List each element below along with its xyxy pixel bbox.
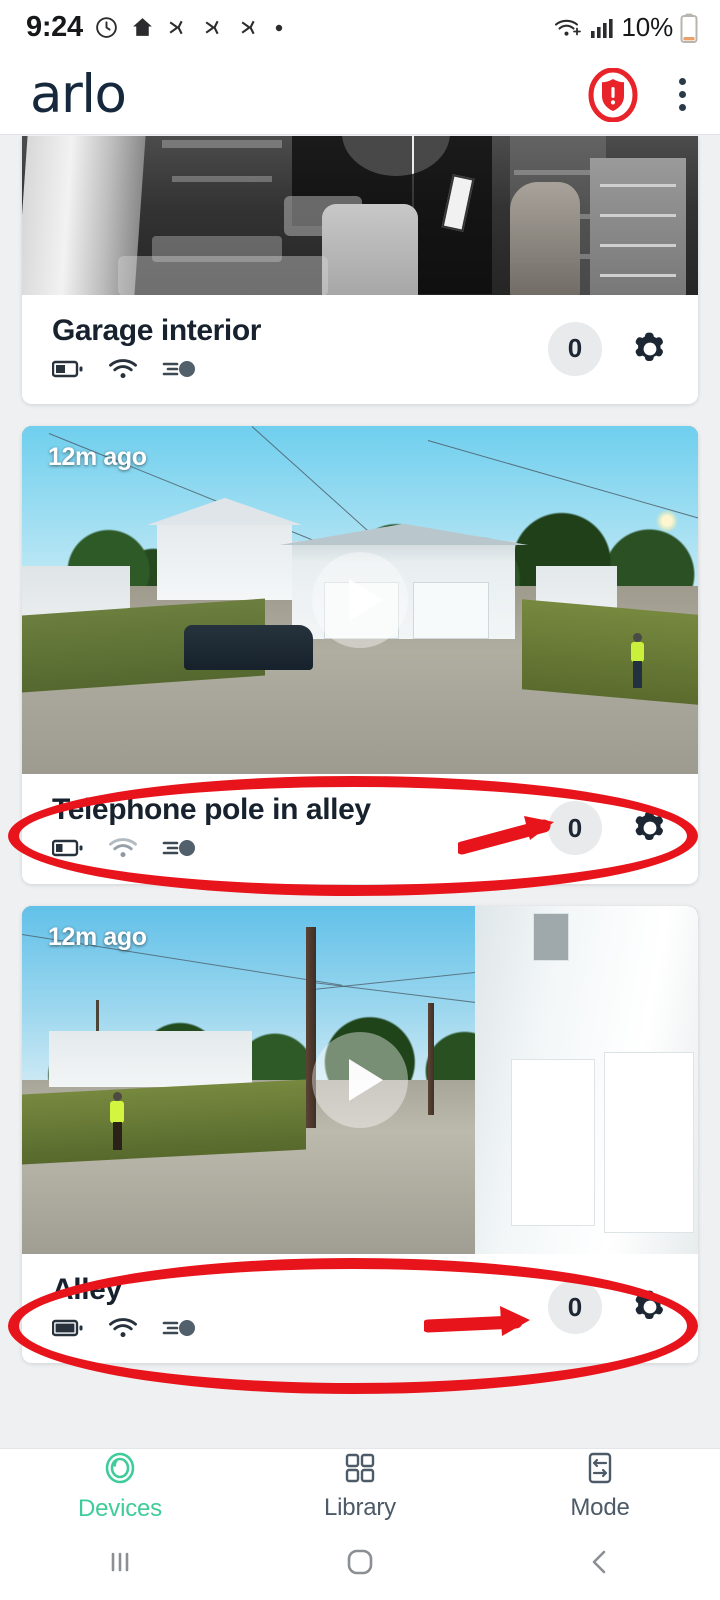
nav-tab-library[interactable]: Library <box>240 1452 480 1522</box>
event-count-badge[interactable]: 0 <box>548 1280 602 1335</box>
camera-thumbnail[interactable] <box>22 136 698 295</box>
device-card[interactable]: 12m ago Alley 0 <box>22 905 698 1364</box>
nav-tab-mode-label: Mode <box>570 1493 630 1521</box>
alarm-icon <box>94 15 119 40</box>
camera-thumbnail[interactable]: 12m ago <box>22 905 698 1254</box>
app-root: 9:24 10% arlo Garage interior 0 12m ago … <box>0 0 720 1600</box>
device-info-left: Garage interior <box>51 313 548 385</box>
overflow-menu-icon[interactable] <box>668 74 696 115</box>
mute-vibrate-icon <box>166 15 191 40</box>
bottom-navigation-bar: Devices Library Mode <box>0 1448 720 1524</box>
thumbnail-image-garage <box>22 136 698 295</box>
device-status-icons <box>51 837 548 864</box>
wifi-icon <box>108 358 138 385</box>
camera-lens-icon <box>103 1451 137 1490</box>
device-info-left: Alley <box>51 1272 548 1344</box>
nav-tab-devices[interactable]: Devices <box>0 1451 240 1523</box>
arlo-logo: arlo <box>30 64 127 125</box>
motion-detection-icon <box>162 837 196 864</box>
gear-icon[interactable] <box>628 1285 672 1329</box>
device-info-row: Telephone pole in alley 0 <box>22 774 698 884</box>
android-status-bar: 9:24 10% <box>0 0 720 55</box>
device-actions: 0 <box>548 1280 672 1335</box>
wifi-icon <box>108 837 138 864</box>
camera-name: Alley <box>52 1272 122 1306</box>
play-button[interactable] <box>312 1031 408 1128</box>
camera-thumbnail[interactable]: 12m ago <box>22 426 698 775</box>
device-list-scroll[interactable]: Garage interior 0 12m ago Telephone pole… <box>0 136 720 1448</box>
home-circle-icon[interactable] <box>240 1544 480 1580</box>
battery-icon <box>51 838 84 863</box>
device-info-row: Garage interior 0 <box>22 295 698 405</box>
cellular-signal-icon <box>589 16 615 40</box>
back-chevron-icon[interactable] <box>480 1545 720 1579</box>
status-bar-clock: 9:24 <box>26 11 83 43</box>
home-icon <box>130 15 155 40</box>
battery-icon <box>680 13 698 43</box>
nav-tab-devices-label: Devices <box>78 1494 162 1522</box>
thumbnail-timestamp: 12m ago <box>48 443 147 472</box>
camera-name: Garage interior <box>52 314 262 347</box>
wifi-icon <box>108 1317 138 1344</box>
motion-detection-icon <box>162 358 196 385</box>
device-info-left: Telephone pole in alley <box>51 792 548 864</box>
status-bar-left: 9:24 <box>26 13 284 42</box>
device-card[interactable]: 12m ago Telephone pole in alley 0 <box>22 426 698 884</box>
mode-sliders-icon <box>584 1452 616 1489</box>
grid-icon <box>344 1452 376 1489</box>
gear-icon[interactable] <box>628 327 672 371</box>
thumbnail-timestamp: 12m ago <box>48 922 147 951</box>
android-navigation-bar <box>0 1524 720 1600</box>
battery-icon <box>51 359 84 384</box>
device-card[interactable]: Garage interior 0 <box>22 136 698 405</box>
app-header: arlo <box>0 55 720 135</box>
shield-alert-icon[interactable] <box>586 67 640 122</box>
play-button[interactable] <box>312 552 408 649</box>
device-info-row: Alley 0 <box>22 1253 698 1364</box>
gear-icon[interactable] <box>628 806 672 850</box>
wifi-calling-icon <box>552 15 582 41</box>
app-header-actions <box>586 67 696 122</box>
device-actions: 0 <box>548 801 672 856</box>
recents-icon[interactable] <box>0 1545 240 1579</box>
dot-indicator-icon <box>274 23 284 33</box>
status-bar-right: 10% <box>552 12 698 43</box>
camera-name: Telephone pole in alley <box>52 793 371 827</box>
event-count-badge[interactable]: 0 <box>548 801 602 856</box>
device-actions: 0 <box>548 321 672 376</box>
battery-icon <box>51 1318 84 1343</box>
event-count-badge[interactable]: 0 <box>548 321 602 376</box>
battery-percent-label: 10% <box>621 12 674 42</box>
motion-detection-icon <box>162 1317 196 1344</box>
nav-tab-mode[interactable]: Mode <box>480 1452 720 1522</box>
mute-vibrate-icon <box>238 15 263 40</box>
nav-tab-library-label: Library <box>324 1493 396 1521</box>
device-status-icons <box>51 358 548 385</box>
device-status-icons <box>51 1317 548 1344</box>
mute-vibrate-icon <box>202 15 227 40</box>
